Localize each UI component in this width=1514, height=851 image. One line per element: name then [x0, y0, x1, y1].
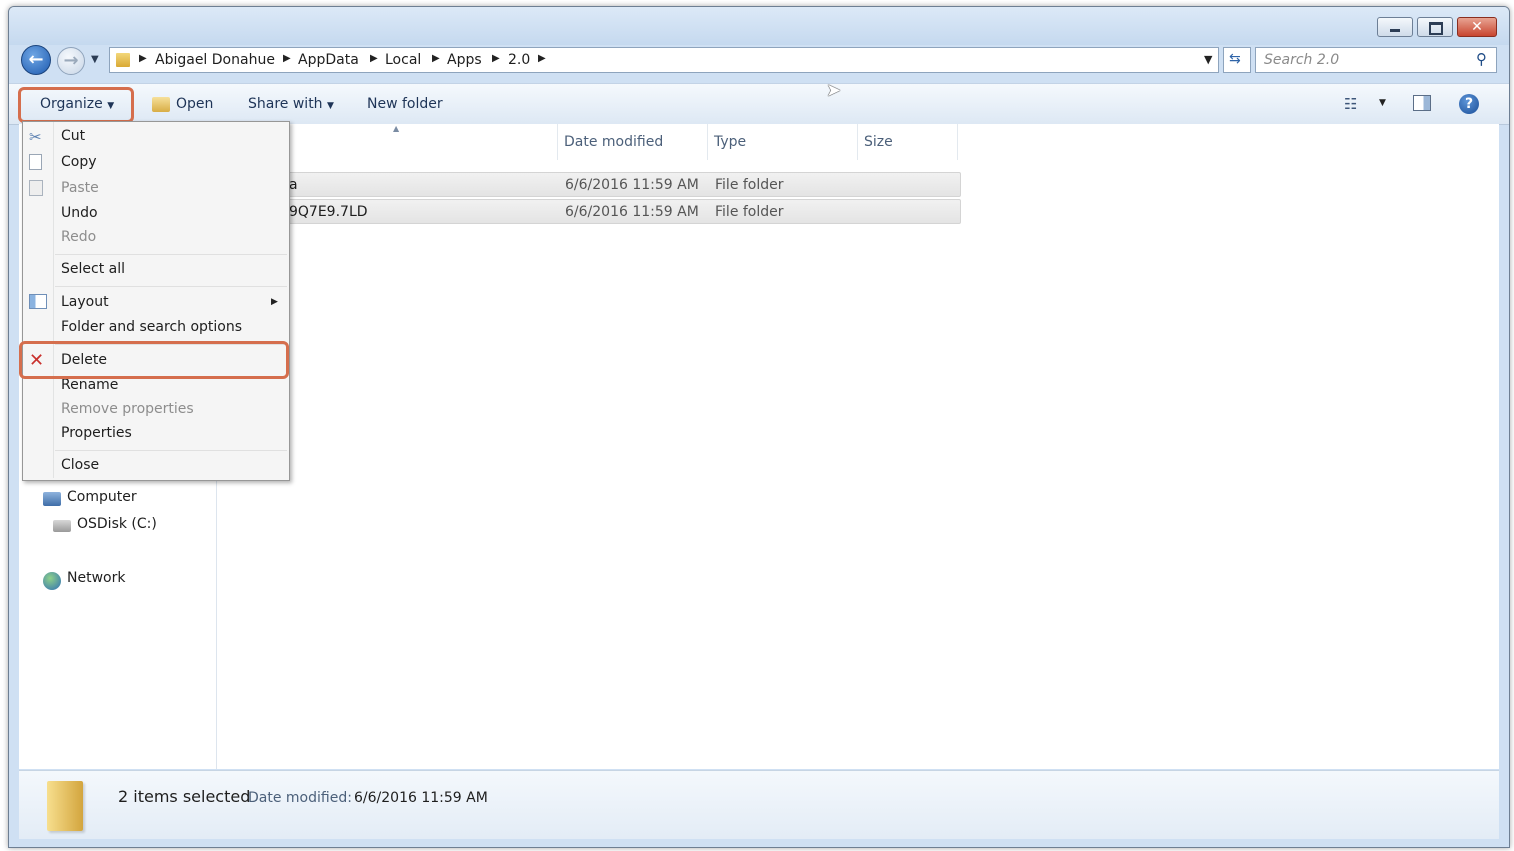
share-with-label: Share with — [248, 96, 323, 112]
close-window-button[interactable]: ✕ — [1457, 17, 1497, 37]
row-name: a — [289, 177, 298, 193]
cursor-icon: ➤ — [826, 80, 842, 101]
date-modified-label: Date modified: — [248, 790, 352, 806]
column-date-modified[interactable]: Date modified — [564, 134, 663, 150]
breadcrumb-apps[interactable]: Apps — [447, 52, 482, 68]
menu-item-paste[interactable]: Paste — [61, 180, 99, 196]
change-view-icon[interactable]: ☷ — [1344, 95, 1357, 113]
title-bar: ✕ — [9, 7, 1509, 45]
table-row[interactable]: 9Q7E9.7LD 6/6/2016 11:59 AM File folder — [277, 199, 961, 224]
row-date: 6/6/2016 11:59 AM — [565, 177, 699, 193]
close-icon: ✕ — [1471, 19, 1483, 35]
table-row[interactable]: a 6/6/2016 11:59 AM File folder — [277, 172, 961, 197]
selection-count: 2 items selected — [118, 787, 251, 806]
disk-icon — [53, 520, 71, 532]
computer-icon — [43, 492, 61, 506]
breadcrumb-local[interactable]: Local — [385, 52, 421, 68]
folder-stack-icon — [47, 781, 83, 831]
open-button[interactable]: Open — [176, 96, 213, 112]
menu-item-properties[interactable]: Properties — [61, 425, 132, 441]
share-with-button[interactable]: Share with ▼ — [248, 96, 334, 112]
row-date: 6/6/2016 11:59 AM — [565, 204, 699, 220]
column-divider[interactable] — [857, 124, 858, 160]
menu-item-copy[interactable]: Copy — [61, 154, 97, 170]
row-name: 9Q7E9.7LD — [289, 204, 368, 220]
menu-gutter — [53, 122, 54, 478]
menu-separator — [55, 254, 287, 255]
menu-item-undo[interactable]: Undo — [61, 205, 98, 221]
menu-item-layout[interactable]: Layout — [61, 294, 109, 310]
chevron-right-icon: ▶ — [538, 53, 546, 64]
back-arrow-icon: ← — [28, 49, 44, 70]
menu-item-select-all[interactable]: Select all — [61, 261, 125, 277]
minimize-icon — [1390, 29, 1400, 32]
address-bar[interactable]: ▶ Abigael Donahue ▶ AppData ▶ Local ▶ Ap… — [109, 47, 1219, 73]
menu-item-redo[interactable]: Redo — [61, 229, 96, 245]
breadcrumb-appdata[interactable]: AppData — [298, 52, 359, 68]
submenu-arrow-icon: ▶ — [271, 297, 278, 307]
column-divider[interactable] — [957, 124, 958, 160]
file-list: ▲ Date modified Type Size a 6/6/2016 11:… — [217, 124, 1499, 769]
recent-pages-icon[interactable]: ▼ — [91, 54, 99, 65]
back-button[interactable]: ← — [21, 45, 51, 75]
refresh-icon: ⇆ — [1229, 51, 1241, 67]
search-icon[interactable]: ⚲ — [1476, 50, 1487, 68]
chevron-right-icon: ▶ — [139, 53, 147, 64]
minimize-button[interactable] — [1377, 17, 1413, 37]
organize-menu: ✂ Cut Copy Paste Undo Redo Select all La… — [22, 121, 290, 481]
search-box[interactable]: Search 2.0 ⚲ — [1255, 47, 1497, 73]
column-divider[interactable] — [707, 124, 708, 160]
chevron-right-icon: ▶ — [283, 53, 291, 64]
menu-item-cut[interactable]: Cut — [61, 128, 85, 144]
menu-item-close[interactable]: Close — [61, 457, 99, 473]
menu-separator — [55, 286, 287, 287]
address-dropdown-icon[interactable]: ▼ — [1204, 53, 1212, 66]
paste-icon — [29, 180, 43, 196]
chevron-right-icon: ▶ — [432, 53, 440, 64]
organize-highlight — [18, 87, 134, 123]
nav-item-computer[interactable]: Computer — [67, 489, 137, 505]
menu-item-folder-options[interactable]: Folder and search options — [61, 319, 242, 335]
folder-icon — [116, 53, 130, 67]
search-input[interactable]: Search 2.0 — [1264, 52, 1339, 68]
menu-item-remove-properties[interactable]: Remove properties — [61, 401, 194, 417]
network-icon — [43, 572, 61, 590]
nav-item-osdisk[interactable]: OSDisk (C:) — [77, 516, 157, 532]
command-bar: Organize ▼ Open Share with ▼ New folder … — [9, 83, 1509, 125]
row-type: File folder — [715, 177, 784, 193]
new-folder-button[interactable]: New folder — [367, 96, 443, 112]
layout-icon — [29, 294, 47, 309]
column-size[interactable]: Size — [864, 134, 893, 150]
column-divider[interactable] — [557, 124, 558, 160]
menu-separator — [55, 450, 287, 451]
view-dropdown-icon[interactable]: ▼ — [1379, 98, 1386, 108]
row-type: File folder — [715, 204, 784, 220]
refresh-button[interactable]: ⇆ — [1223, 47, 1251, 73]
maximize-icon — [1429, 22, 1443, 35]
column-type[interactable]: Type — [714, 134, 746, 150]
chevron-right-icon: ▶ — [492, 53, 500, 64]
maximize-button[interactable] — [1417, 17, 1453, 37]
nav-item-network[interactable]: Network — [67, 570, 125, 586]
copy-icon — [29, 154, 42, 170]
open-folder-icon — [152, 97, 170, 112]
preview-pane-icon[interactable] — [1413, 95, 1431, 111]
chevron-right-icon: ▶ — [370, 53, 378, 64]
sort-arrow-icon: ▲ — [393, 124, 400, 133]
details-pane: 2 items selected Date modified: 6/6/2016… — [19, 770, 1499, 839]
delete-highlight — [19, 341, 289, 379]
scissors-icon: ✂ — [29, 128, 42, 146]
forward-button[interactable]: → — [57, 47, 85, 75]
menu-item-rename[interactable]: Rename — [61, 377, 118, 393]
date-modified-value: 6/6/2016 11:59 AM — [354, 790, 488, 806]
breadcrumb-abigael[interactable]: Abigael Donahue — [155, 52, 275, 68]
breadcrumb-2-0[interactable]: 2.0 — [508, 52, 530, 68]
help-icon[interactable]: ? — [1459, 94, 1479, 114]
forward-arrow-icon: → — [63, 50, 79, 71]
chevron-down-icon: ▼ — [327, 101, 334, 111]
